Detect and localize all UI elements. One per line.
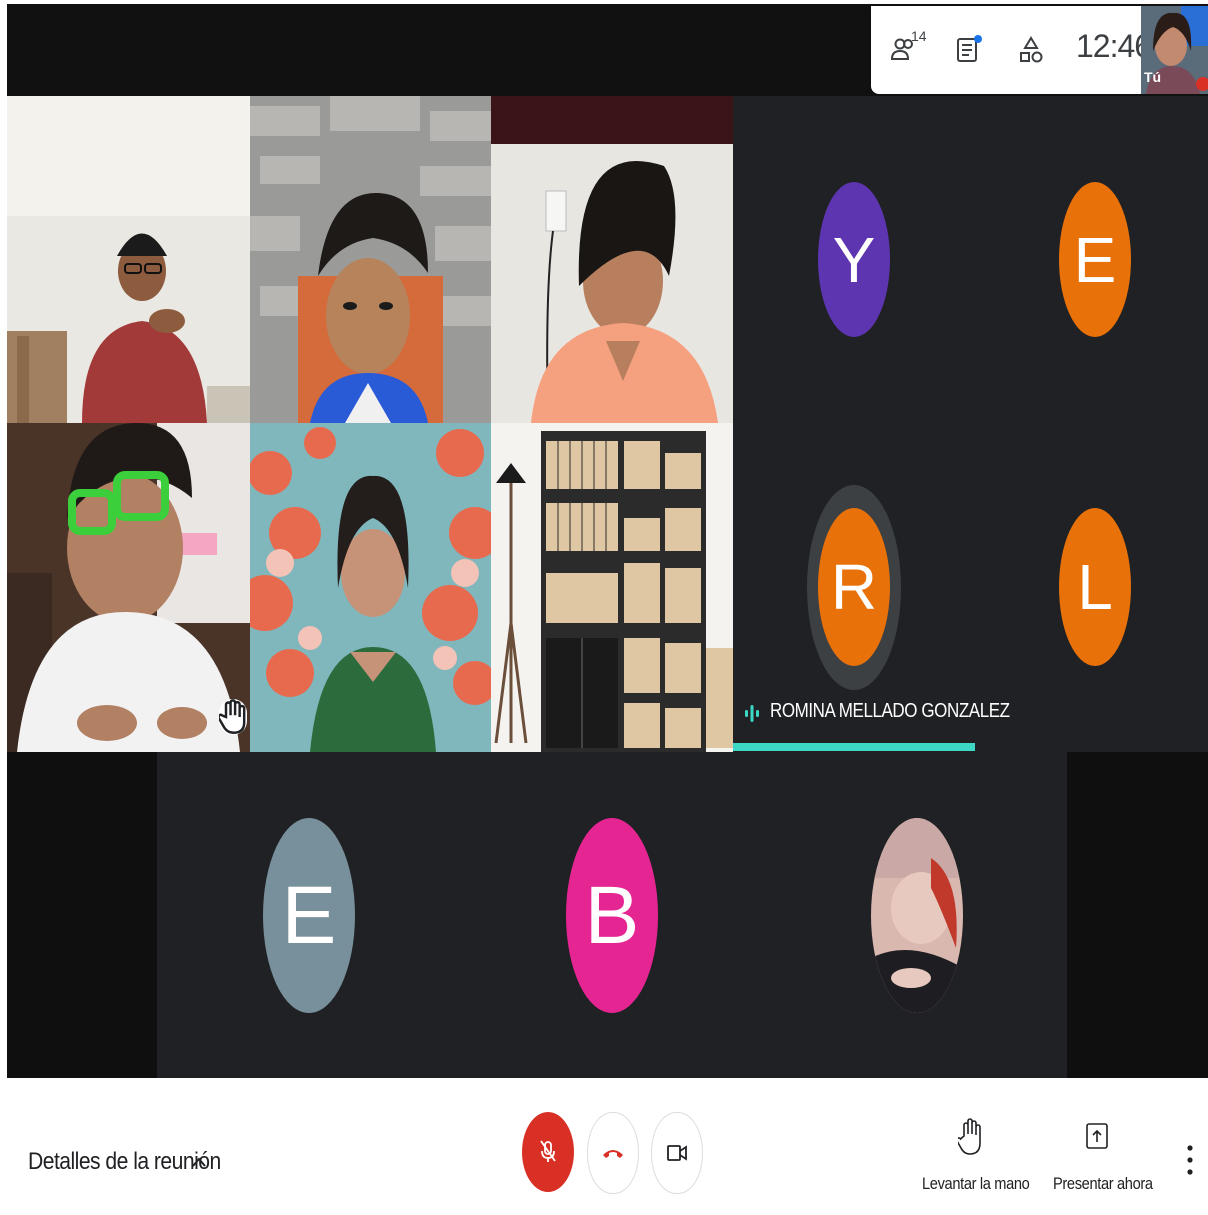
meeting-clock: 12:46	[1076, 28, 1152, 64]
avatar-letter: B	[584, 869, 640, 961]
activities-button[interactable]	[1011, 28, 1051, 72]
present-icon	[1086, 1123, 1108, 1149]
hang-up-button[interactable]	[587, 1112, 639, 1194]
chevron-up-icon[interactable]	[191, 1156, 207, 1168]
participant-video-6[interactable]	[491, 423, 733, 752]
raised-hand-badge	[219, 699, 247, 735]
bottom-left-filler	[7, 752, 157, 1078]
participant-avatar-r[interactable]: R	[818, 508, 890, 666]
video-feed	[250, 423, 491, 752]
video-feed	[491, 96, 733, 423]
meeting-status-panel: 14 12:46	[871, 6, 1152, 94]
mute-mic-button[interactable]	[522, 1112, 574, 1192]
profile-photo	[871, 818, 963, 1013]
camera-button[interactable]	[651, 1112, 703, 1194]
video-feed	[250, 96, 491, 423]
participant-avatar-l[interactable]: L	[1059, 508, 1131, 666]
hand-icon	[958, 1118, 981, 1155]
self-view-thumbnail[interactable]: Tú	[1141, 6, 1208, 94]
more-vert-icon[interactable]	[1180, 1142, 1200, 1178]
call-end-icon	[603, 1150, 623, 1158]
video-feed	[7, 423, 250, 752]
participant-video-2[interactable]	[250, 96, 491, 423]
call-controls-bar: Detalles de la reunión Levantar la mano	[0, 1078, 1208, 1215]
bottom-right-filler	[1067, 752, 1208, 1078]
avatar-letter: E	[281, 869, 337, 961]
participant-avatar-b[interactable]: B	[566, 818, 658, 1013]
mic-off-icon	[540, 1140, 556, 1162]
avatar-letter: Y	[832, 223, 876, 296]
participants-count: 14	[911, 28, 927, 44]
hand-icon	[219, 699, 246, 734]
shapes-icon	[1020, 36, 1043, 63]
participant-avatar-y[interactable]: Y	[818, 182, 890, 337]
active-speaker-name: ROMINA MELLADO GONZALEZ	[770, 700, 1010, 722]
participant-video-1[interactable]	[7, 96, 250, 423]
chat-button[interactable]	[948, 28, 988, 72]
participant-video-4[interactable]	[7, 423, 250, 752]
active-speaker-bar	[733, 743, 975, 751]
audio-level-icon	[745, 705, 759, 722]
self-label: Tú	[1144, 69, 1162, 85]
participant-photo-avatar[interactable]	[871, 818, 963, 1013]
participant-avatar-e-orange[interactable]: E	[1059, 182, 1131, 337]
avatar-letter: R	[830, 551, 878, 623]
participant-video-5[interactable]	[250, 423, 491, 752]
participant-avatar-e-grey[interactable]: E	[263, 818, 355, 1013]
participant-video-3[interactable]	[491, 96, 733, 423]
chat-icon	[957, 35, 982, 62]
participants-button[interactable]: 14	[885, 28, 927, 72]
video-feed	[491, 423, 733, 752]
present-now-label: Presentar ahora	[1053, 1174, 1153, 1193]
raise-hand-label: Levantar la mano	[922, 1174, 1030, 1193]
avatar-letter: L	[1077, 551, 1113, 623]
camera-icon	[667, 1145, 687, 1161]
avatar-letter: E	[1073, 223, 1117, 296]
meeting-stage: Y E R L ROMINA MELLADO GONZALEZ E B	[0, 0, 1208, 1078]
video-feed	[7, 96, 250, 423]
